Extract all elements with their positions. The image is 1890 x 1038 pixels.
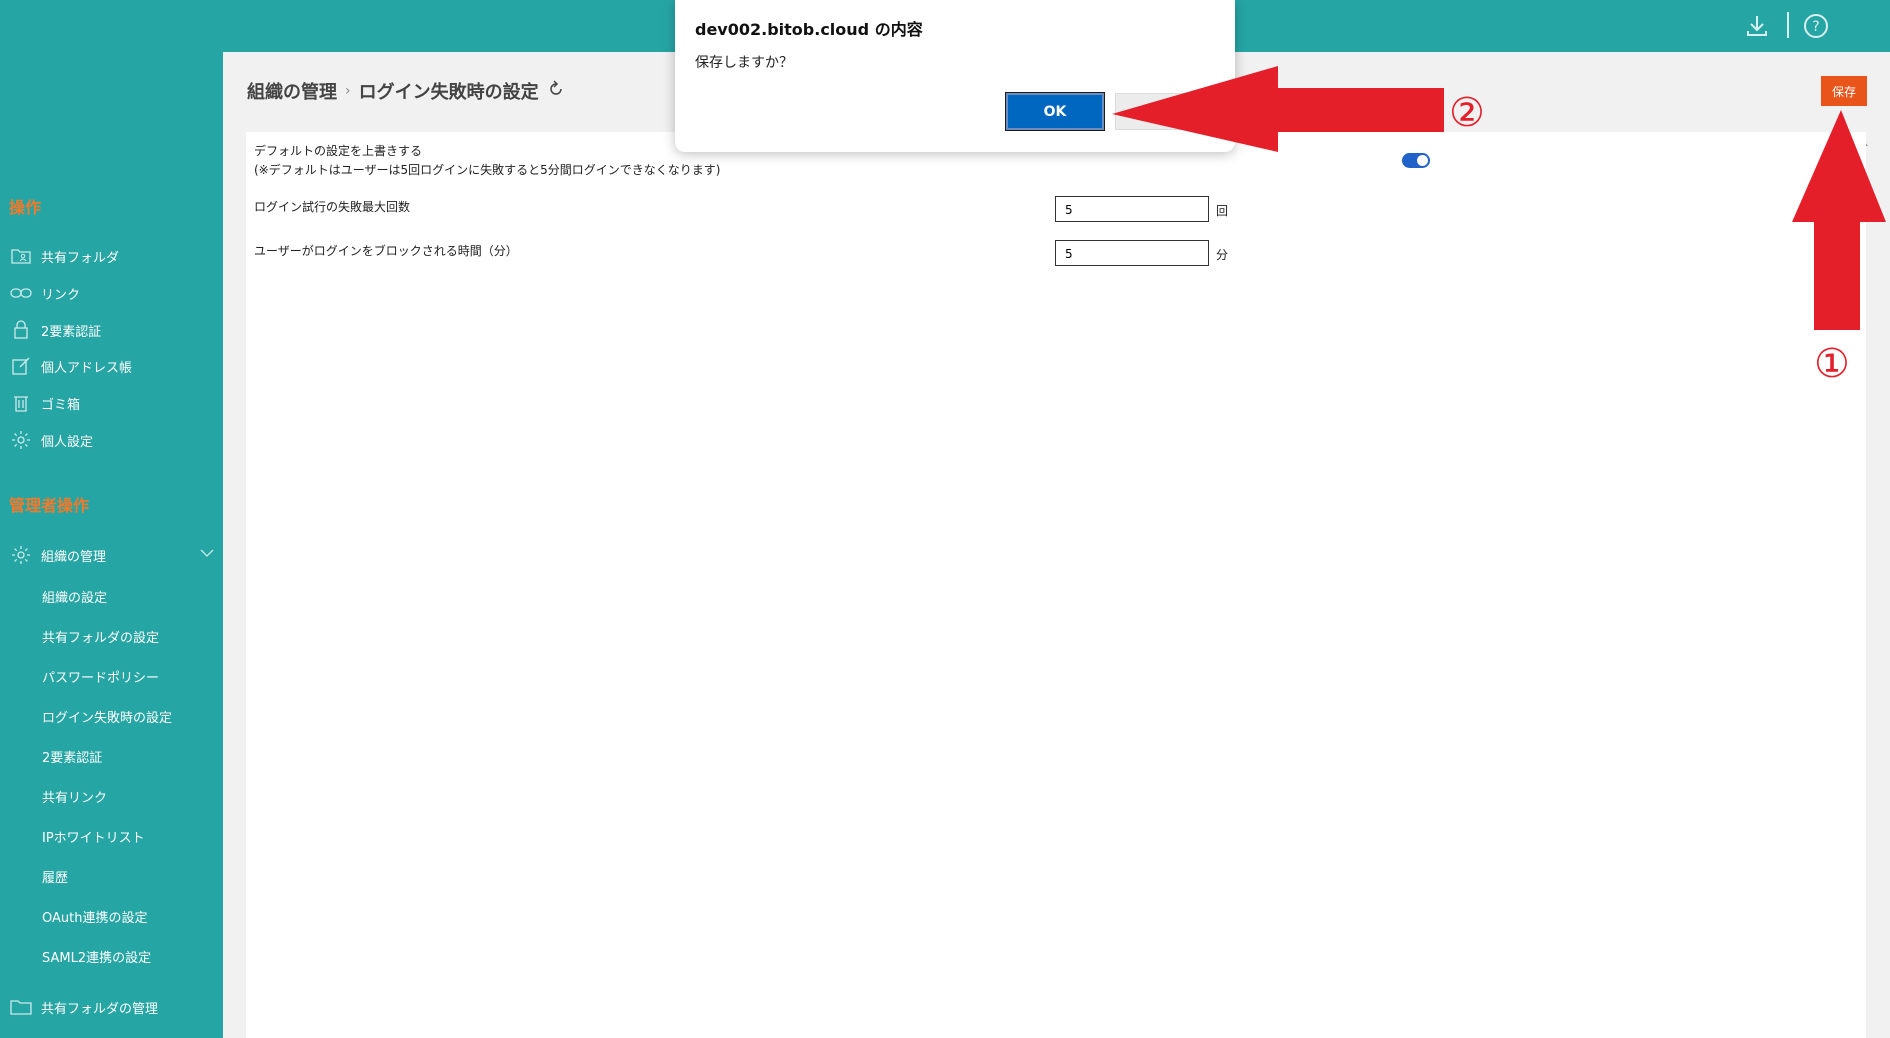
sidebar-item-label: 2要素認証 [41, 324, 102, 340]
sidebar-subitem-org-settings[interactable]: 組織の設定 [42, 588, 107, 610]
gear-icon [10, 429, 32, 451]
sidebar-subitem-login-failure-settings[interactable]: ログイン失敗時の設定 [42, 708, 172, 730]
lock-icon [10, 319, 32, 341]
save-button[interactable]: 保存 [1821, 76, 1867, 106]
folder-icon [10, 996, 32, 1018]
toolbar-divider [1787, 12, 1789, 38]
sidebar-item-org-management[interactable]: 組織の管理 [10, 542, 106, 568]
sidebar-subitem-shared-links[interactable]: 共有リンク [42, 788, 107, 810]
sidebar-item-label: 組織の管理 [41, 549, 107, 565]
block-time-input[interactable]: 5 [1055, 240, 1209, 266]
sidebar-subitem-shared-folder-settings[interactable]: 共有フォルダの設定 [42, 628, 159, 650]
max-attempts-label: ログイン試行の失敗最大回数 [254, 200, 411, 214]
refresh-icon[interactable] [547, 79, 565, 103]
sidebar-item-2fa[interactable]: 2要素認証 [10, 317, 101, 343]
svg-text:?: ? [1812, 19, 1819, 35]
link-icon [10, 282, 32, 304]
block-time-unit: 分 [1216, 248, 1229, 262]
download-icon[interactable] [1743, 12, 1771, 40]
sidebar-section-operations: 操作 [9, 198, 42, 217]
override-toggle[interactable] [1402, 153, 1430, 168]
gear-icon [10, 544, 32, 566]
sidebar-item-label: ゴミ箱 [41, 397, 81, 413]
sidebar-item-shared-folder-management[interactable]: 共有フォルダの管理 [10, 994, 158, 1020]
max-attempts-input[interactable]: 5 [1055, 196, 1209, 222]
app-window: ? 操作 共有フォルダ リンク 2要素認証 個人アドレス帳 ゴミ箱 個人設定 管… [0, 0, 1890, 1038]
confirm-dialog: dev002.bitob.cloud の内容 保存しますか？ OK [675, 0, 1235, 152]
sidebar-subitem-oauth[interactable]: OAuth連携の設定 [42, 908, 147, 930]
folder-user-icon [10, 245, 32, 267]
block-time-label: ユーザーがログインをブロックされる時間（分） [254, 244, 518, 258]
sidebar-item-label: 個人設定 [41, 434, 94, 450]
sidebar-item-address-book[interactable]: 個人アドレス帳 [10, 353, 132, 379]
sidebar-item-trash[interactable]: ゴミ箱 [10, 390, 80, 416]
settings-panel: デフォルトの設定を上書きする (※デフォルトはユーザーは5回ログインに失敗すると… [246, 132, 1866, 1038]
annotation-step-1: ① [1814, 341, 1850, 387]
sidebar-section-admin: 管理者操作 [9, 496, 90, 515]
sidebar-subitem-saml2[interactable]: SAML2連携の設定 [42, 948, 151, 970]
chevron-down-icon[interactable] [200, 547, 214, 561]
dialog-title: dev002.bitob.cloud の内容 [695, 20, 923, 39]
breadcrumb-parent[interactable]: 組織の管理 [247, 78, 337, 104]
override-note: (※デフォルトはユーザーは5回ログインに失敗すると5分間ログインできなくなります… [254, 163, 721, 177]
sidebar: 操作 共有フォルダ リンク 2要素認証 個人アドレス帳 ゴミ箱 個人設定 管理者… [0, 52, 223, 1038]
ok-button[interactable]: OK [1005, 92, 1105, 131]
override-label: デフォルトの設定を上書きする [254, 144, 423, 158]
main-content: 組織の管理 › ログイン失敗時の設定 保存 デフォルトの設定を上書きする (※デ… [223, 52, 1890, 1038]
sidebar-item-label: リンク [41, 287, 81, 303]
toggle-knob [1417, 155, 1428, 166]
sidebar-subitem-password-policy[interactable]: パスワードポリシー [42, 668, 159, 690]
dialog-message: 保存しますか？ [695, 55, 793, 71]
sidebar-item-label: 個人アドレス帳 [41, 360, 133, 376]
sidebar-subitem-history[interactable]: 履歴 [42, 868, 68, 890]
annotation-step-2: ② [1449, 90, 1485, 136]
breadcrumb-separator: › [345, 83, 351, 99]
help-icon[interactable]: ? [1802, 12, 1830, 40]
sidebar-item-shared-folder[interactable]: 共有フォルダ [10, 243, 119, 269]
sidebar-item-label: 共有フォルダ [41, 250, 120, 266]
sidebar-item-label: 共有フォルダの管理 [41, 1001, 159, 1017]
page-title: ログイン失敗時の設定 [358, 82, 539, 103]
breadcrumb: 組織の管理 › ログイン失敗時の設定 [247, 78, 565, 104]
cancel-button[interactable] [1115, 93, 1225, 130]
sidebar-item-link[interactable]: リンク [10, 280, 80, 306]
sidebar-subitem-2fa[interactable]: 2要素認証 [42, 748, 102, 770]
sidebar-item-personal-settings[interactable]: 個人設定 [10, 427, 93, 453]
max-attempts-unit: 回 [1216, 204, 1229, 218]
edit-icon [10, 355, 32, 377]
sidebar-subitem-ip-whitelist[interactable]: IPホワイトリスト [42, 828, 145, 850]
trash-icon [10, 392, 32, 414]
